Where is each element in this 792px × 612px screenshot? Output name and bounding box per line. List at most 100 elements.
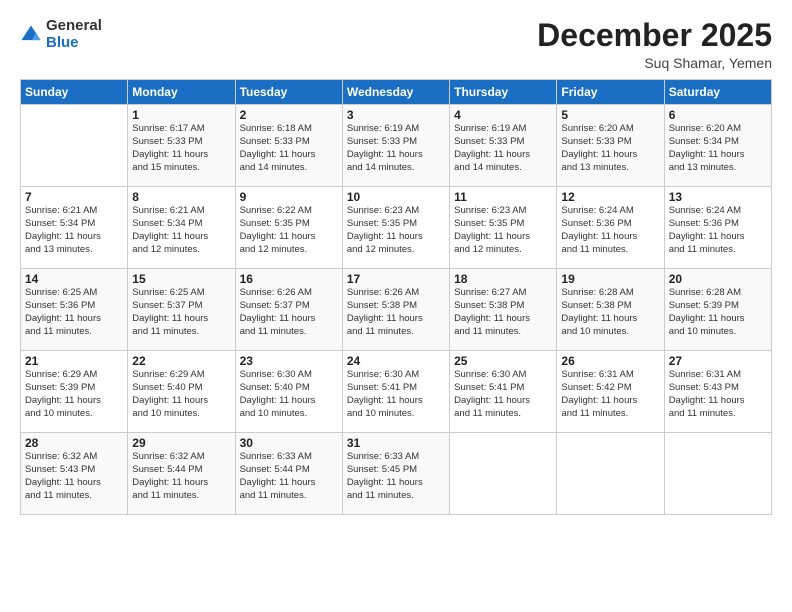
calendar-cell: 6Sunrise: 6:20 AMSunset: 5:34 PMDaylight… (664, 105, 771, 187)
day-number: 17 (347, 272, 445, 286)
calendar-cell: 18Sunrise: 6:27 AMSunset: 5:38 PMDayligh… (450, 269, 557, 351)
day-number: 15 (132, 272, 230, 286)
day-info: Sunrise: 6:27 AMSunset: 5:38 PMDaylight:… (454, 287, 552, 338)
day-number: 27 (669, 354, 767, 368)
calendar-cell: 15Sunrise: 6:25 AMSunset: 5:37 PMDayligh… (128, 269, 235, 351)
day-info: Sunrise: 6:30 AMSunset: 5:41 PMDaylight:… (347, 369, 445, 420)
calendar-cell: 26Sunrise: 6:31 AMSunset: 5:42 PMDayligh… (557, 351, 664, 433)
day-info: Sunrise: 6:17 AMSunset: 5:33 PMDaylight:… (132, 123, 230, 174)
day-info: Sunrise: 6:24 AMSunset: 5:36 PMDaylight:… (669, 205, 767, 256)
day-number: 1 (132, 108, 230, 122)
day-number: 8 (132, 190, 230, 204)
day-number: 5 (561, 108, 659, 122)
day-info: Sunrise: 6:20 AMSunset: 5:33 PMDaylight:… (561, 123, 659, 174)
day-number: 3 (347, 108, 445, 122)
day-info: Sunrise: 6:31 AMSunset: 5:42 PMDaylight:… (561, 369, 659, 420)
day-number: 2 (240, 108, 338, 122)
calendar-cell: 29Sunrise: 6:32 AMSunset: 5:44 PMDayligh… (128, 433, 235, 515)
day-number: 23 (240, 354, 338, 368)
calendar-cell: 3Sunrise: 6:19 AMSunset: 5:33 PMDaylight… (342, 105, 449, 187)
weekday-header-row: SundayMondayTuesdayWednesdayThursdayFrid… (21, 80, 772, 105)
day-info: Sunrise: 6:28 AMSunset: 5:39 PMDaylight:… (669, 287, 767, 338)
location-subtitle: Suq Shamar, Yemen (537, 55, 772, 71)
day-info: Sunrise: 6:30 AMSunset: 5:40 PMDaylight:… (240, 369, 338, 420)
day-info: Sunrise: 6:22 AMSunset: 5:35 PMDaylight:… (240, 205, 338, 256)
calendar-cell: 14Sunrise: 6:25 AMSunset: 5:36 PMDayligh… (21, 269, 128, 351)
day-number: 6 (669, 108, 767, 122)
day-number: 12 (561, 190, 659, 204)
weekday-header-friday: Friday (557, 80, 664, 105)
calendar-cell: 19Sunrise: 6:28 AMSunset: 5:38 PMDayligh… (557, 269, 664, 351)
calendar-cell: 7Sunrise: 6:21 AMSunset: 5:34 PMDaylight… (21, 187, 128, 269)
calendar-cell: 8Sunrise: 6:21 AMSunset: 5:34 PMDaylight… (128, 187, 235, 269)
month-title: December 2025 (537, 18, 772, 53)
day-info: Sunrise: 6:21 AMSunset: 5:34 PMDaylight:… (132, 205, 230, 256)
calendar-cell: 27Sunrise: 6:31 AMSunset: 5:43 PMDayligh… (664, 351, 771, 433)
calendar-cell (664, 433, 771, 515)
calendar-cell: 25Sunrise: 6:30 AMSunset: 5:41 PMDayligh… (450, 351, 557, 433)
day-info: Sunrise: 6:33 AMSunset: 5:44 PMDaylight:… (240, 451, 338, 502)
day-info: Sunrise: 6:23 AMSunset: 5:35 PMDaylight:… (347, 205, 445, 256)
calendar-cell: 13Sunrise: 6:24 AMSunset: 5:36 PMDayligh… (664, 187, 771, 269)
day-number: 16 (240, 272, 338, 286)
calendar-cell: 24Sunrise: 6:30 AMSunset: 5:41 PMDayligh… (342, 351, 449, 433)
day-info: Sunrise: 6:25 AMSunset: 5:37 PMDaylight:… (132, 287, 230, 338)
calendar-week-1: 1Sunrise: 6:17 AMSunset: 5:33 PMDaylight… (21, 105, 772, 187)
day-number: 21 (25, 354, 123, 368)
logo-general-text: General (46, 18, 102, 35)
day-number: 9 (240, 190, 338, 204)
calendar-cell: 23Sunrise: 6:30 AMSunset: 5:40 PMDayligh… (235, 351, 342, 433)
calendar-cell: 17Sunrise: 6:26 AMSunset: 5:38 PMDayligh… (342, 269, 449, 351)
day-number: 30 (240, 436, 338, 450)
calendar-cell: 10Sunrise: 6:23 AMSunset: 5:35 PMDayligh… (342, 187, 449, 269)
calendar-cell (450, 433, 557, 515)
day-info: Sunrise: 6:25 AMSunset: 5:36 PMDaylight:… (25, 287, 123, 338)
day-number: 26 (561, 354, 659, 368)
day-number: 31 (347, 436, 445, 450)
day-info: Sunrise: 6:26 AMSunset: 5:37 PMDaylight:… (240, 287, 338, 338)
day-info: Sunrise: 6:33 AMSunset: 5:45 PMDaylight:… (347, 451, 445, 502)
calendar-cell: 20Sunrise: 6:28 AMSunset: 5:39 PMDayligh… (664, 269, 771, 351)
day-number: 19 (561, 272, 659, 286)
calendar-cell: 28Sunrise: 6:32 AMSunset: 5:43 PMDayligh… (21, 433, 128, 515)
calendar-table: SundayMondayTuesdayWednesdayThursdayFrid… (20, 79, 772, 515)
day-info: Sunrise: 6:32 AMSunset: 5:43 PMDaylight:… (25, 451, 123, 502)
calendar-cell: 12Sunrise: 6:24 AMSunset: 5:36 PMDayligh… (557, 187, 664, 269)
day-number: 25 (454, 354, 552, 368)
calendar-cell: 31Sunrise: 6:33 AMSunset: 5:45 PMDayligh… (342, 433, 449, 515)
calendar-cell: 9Sunrise: 6:22 AMSunset: 5:35 PMDaylight… (235, 187, 342, 269)
day-number: 20 (669, 272, 767, 286)
day-info: Sunrise: 6:19 AMSunset: 5:33 PMDaylight:… (347, 123, 445, 174)
calendar-cell: 30Sunrise: 6:33 AMSunset: 5:44 PMDayligh… (235, 433, 342, 515)
day-number: 11 (454, 190, 552, 204)
title-block: December 2025 Suq Shamar, Yemen (537, 18, 772, 71)
day-info: Sunrise: 6:24 AMSunset: 5:36 PMDaylight:… (561, 205, 659, 256)
logo-blue-text: Blue (46, 35, 102, 52)
day-info: Sunrise: 6:32 AMSunset: 5:44 PMDaylight:… (132, 451, 230, 502)
day-number: 7 (25, 190, 123, 204)
day-info: Sunrise: 6:20 AMSunset: 5:34 PMDaylight:… (669, 123, 767, 174)
day-number: 10 (347, 190, 445, 204)
calendar-cell: 1Sunrise: 6:17 AMSunset: 5:33 PMDaylight… (128, 105, 235, 187)
weekday-header-monday: Monday (128, 80, 235, 105)
calendar-cell: 4Sunrise: 6:19 AMSunset: 5:33 PMDaylight… (450, 105, 557, 187)
day-number: 14 (25, 272, 123, 286)
calendar-cell: 22Sunrise: 6:29 AMSunset: 5:40 PMDayligh… (128, 351, 235, 433)
logo-text: General Blue (46, 18, 102, 51)
day-number: 13 (669, 190, 767, 204)
logo-icon (20, 24, 42, 46)
calendar-week-4: 21Sunrise: 6:29 AMSunset: 5:39 PMDayligh… (21, 351, 772, 433)
day-info: Sunrise: 6:31 AMSunset: 5:43 PMDaylight:… (669, 369, 767, 420)
day-number: 22 (132, 354, 230, 368)
page: General Blue December 2025 Suq Shamar, Y… (0, 0, 792, 612)
day-number: 18 (454, 272, 552, 286)
calendar-cell: 11Sunrise: 6:23 AMSunset: 5:35 PMDayligh… (450, 187, 557, 269)
weekday-header-wednesday: Wednesday (342, 80, 449, 105)
weekday-header-sunday: Sunday (21, 80, 128, 105)
day-info: Sunrise: 6:21 AMSunset: 5:34 PMDaylight:… (25, 205, 123, 256)
calendar-week-2: 7Sunrise: 6:21 AMSunset: 5:34 PMDaylight… (21, 187, 772, 269)
calendar-cell (21, 105, 128, 187)
day-info: Sunrise: 6:28 AMSunset: 5:38 PMDaylight:… (561, 287, 659, 338)
weekday-header-saturday: Saturday (664, 80, 771, 105)
day-info: Sunrise: 6:23 AMSunset: 5:35 PMDaylight:… (454, 205, 552, 256)
